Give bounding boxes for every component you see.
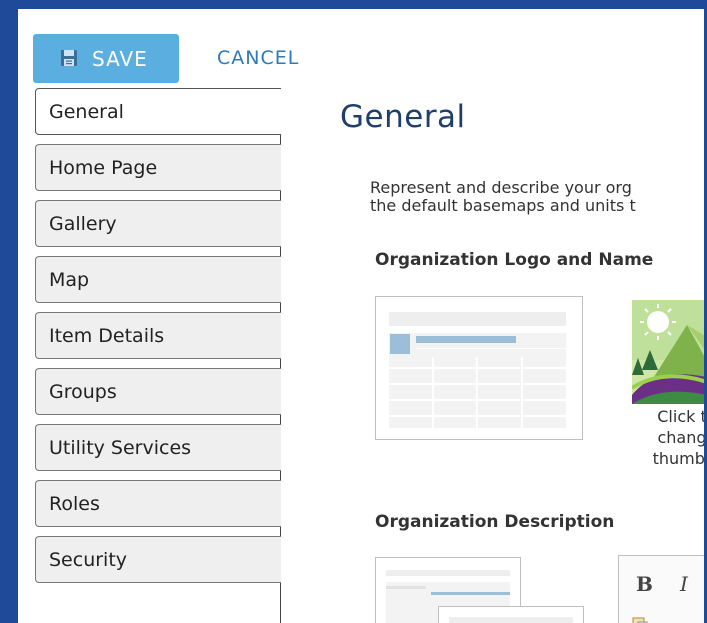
tab-groups[interactable]: Groups [35,368,281,415]
tab-label: Gallery [49,212,117,235]
save-button-label: SAVE [92,46,148,71]
tab-label: Roles [49,492,100,515]
description-editor[interactable]: B I [618,555,704,623]
description-section-heading: Organization Description [375,512,615,532]
cancel-button[interactable]: CANCEL [217,47,299,69]
tab-utility-services[interactable]: Utility Services [35,424,281,471]
caption-line: thumbr [652,449,704,468]
tab-label: Map [49,268,90,291]
tab-label: General [49,100,124,123]
layout-preview-illustration [389,312,566,428]
tab-security[interactable]: Security [35,536,281,583]
tab-label: Security [49,548,128,571]
tab-label: Utility Services [49,436,192,459]
tab-label: Home Page [49,156,158,179]
tab-home-page[interactable]: Home Page [35,144,281,191]
description-layout-preview-overlay [438,606,584,623]
intro-text: Represent and describe your org the defa… [370,179,636,215]
paste-icon[interactable] [631,616,649,623]
landscape-thumbnail-icon [632,300,704,404]
tab-label: Item Details [49,324,165,347]
italic-button[interactable]: I [680,572,688,596]
organization-thumbnail[interactable] [632,300,704,404]
thumbnail-caption: Click t chang thumbr [632,406,704,469]
layout-preview-illustration [449,617,573,623]
tab-label: Groups [49,380,117,403]
intro-line: Represent and describe your org [370,178,632,197]
page-title: General [340,99,466,135]
tab-map[interactable]: Map [35,256,281,303]
save-button[interactable]: SAVE [33,34,179,83]
tab-roles[interactable]: Roles [35,480,281,527]
logo-layout-preview [375,296,583,440]
caption-line: chang [657,428,704,447]
caption-line: Click t [657,407,704,426]
tab-general[interactable]: General [35,88,281,135]
logo-section-heading: Organization Logo and Name [375,250,654,270]
floppy-disk-icon [60,49,80,69]
intro-line: the default basemaps and units t [370,196,636,215]
tab-item-details[interactable]: Item Details [35,312,281,359]
tab-gallery[interactable]: Gallery [35,200,281,247]
bold-button[interactable]: B [636,572,653,596]
settings-panel: SAVE CANCEL General Home Page Gallery Ma… [18,9,704,623]
